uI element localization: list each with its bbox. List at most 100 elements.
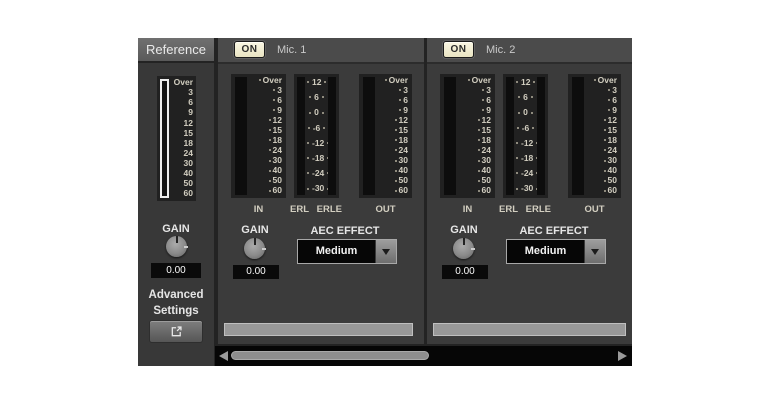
meter-scale-label: 30 (171, 159, 193, 168)
meter-scale-label: -24 (513, 169, 538, 178)
meter-scale-label: Over (458, 76, 491, 85)
meter-scale-label: 40 (585, 166, 617, 175)
mic2-channel-scrollbar[interactable] (433, 323, 626, 336)
meter-scale-label: 24 (376, 146, 408, 155)
meter-scale-label: -6 (304, 124, 329, 133)
meter-scale-label: 60 (585, 186, 617, 195)
mic1-in-meter: Over3691215182430405060 (231, 74, 286, 198)
mic2-aec-effect-select[interactable]: Medium (506, 239, 606, 264)
meter-scale-label: -6 (513, 124, 538, 133)
meter-scale-label: 6 (249, 96, 282, 105)
meter-scale-label: 60 (458, 186, 491, 195)
meter-scale-label: 15 (249, 126, 282, 135)
reference-meter-bar (160, 79, 169, 198)
erl-caption: ERL (499, 204, 518, 215)
meter-scale-label: 12 (458, 116, 491, 125)
meter-scale-label: 3 (171, 88, 193, 97)
mic1-aec-dropdown-button[interactable] (375, 240, 396, 263)
meter-scale-label: 12 (171, 119, 193, 128)
mic2-on-button[interactable]: ON (443, 41, 474, 58)
meter-scale-label: -12 (304, 139, 329, 148)
mic2-out-meter-bar (572, 77, 584, 195)
meter-scale-label: Over (376, 76, 408, 85)
horizontal-scrollbar-thumb[interactable] (231, 351, 429, 360)
meter-scale-label: 9 (458, 106, 491, 115)
meter-scale-label: 15 (376, 126, 408, 135)
meter-scale-label: 24 (458, 146, 491, 155)
advanced-settings-button[interactable] (149, 320, 203, 343)
meter-scale-label: 18 (585, 136, 617, 145)
mic1-gain-value-field[interactable]: 0.00 (233, 265, 279, 279)
meter-scale-label: -18 (513, 154, 538, 163)
mic2-name-label: Mic. 2 (486, 38, 515, 62)
mic1-channel-scrollbar[interactable] (224, 323, 413, 336)
meter-scale-label: 0 (304, 108, 329, 117)
meter-scale-label: 15 (171, 129, 193, 138)
mic1-in-meter-caption: IN (231, 204, 286, 215)
meter-scale-label: 15 (458, 126, 491, 135)
arrow-right-icon[interactable] (618, 351, 627, 361)
mic1-name-label: Mic. 1 (277, 38, 306, 62)
meter-scale-label: 40 (249, 166, 282, 175)
mic2-erl-erle-meter: 1260-6-12-18-24-30 (503, 74, 548, 198)
meter-scale-label: 3 (458, 86, 491, 95)
meter-scale-label: 6 (304, 93, 329, 102)
meter-scale-label: 9 (585, 106, 617, 115)
reference-gain-knob[interactable] (166, 236, 187, 257)
reference-channel-header[interactable]: Reference (138, 38, 214, 61)
meter-scale-label: 50 (458, 176, 491, 185)
meter-scale-label: 6 (376, 96, 408, 105)
meter-scale-label: 3 (585, 86, 617, 95)
mic2-header: ON Mic. 2 (427, 38, 632, 64)
mic2-out-meter-scale: Over3691215182430405060 (585, 76, 617, 195)
meter-scale-label: 24 (171, 149, 193, 158)
meter-scale-label: 60 (171, 189, 193, 198)
meter-scale-label: 12 (376, 116, 408, 125)
mic2-in-meter-bar (444, 77, 456, 195)
mic2-gain-knob[interactable] (453, 238, 474, 259)
meter-scale-label: 50 (585, 176, 617, 185)
mic2-in-meter: Over3691215182430405060 (440, 74, 495, 198)
mic1-gain-knob[interactable] (244, 238, 265, 259)
arrow-left-icon[interactable] (219, 351, 228, 361)
meter-scale-label: 15 (585, 126, 617, 135)
mic2-aec-dropdown-button[interactable] (584, 240, 605, 263)
mic2-in-meter-caption: IN (440, 204, 495, 215)
advanced-settings-label: Advanced Settings (144, 288, 208, 319)
mic1-in-meter-bar (235, 77, 247, 195)
meter-scale-label: 18 (171, 139, 193, 148)
meter-scale-label: 30 (458, 156, 491, 165)
mic2-aec-effect-label: AEC EFFECT (504, 225, 604, 237)
mic1-out-meter-caption: OUT (359, 204, 412, 215)
horizontal-scrollbar-track[interactable] (215, 346, 632, 366)
meter-scale-label: 40 (171, 169, 193, 178)
meter-scale-label: 30 (249, 156, 282, 165)
meter-scale-label: 40 (376, 166, 408, 175)
channel-strip-mic1: ON Mic. 1 Over3691215182430405060 1260-6… (218, 38, 424, 344)
reference-channel-body: Over3691215182430405060 GAIN 0.00 Advanc… (138, 63, 214, 366)
mic1-erle-meter-bar (328, 77, 336, 195)
mic1-aec-effect-select[interactable]: Medium (297, 239, 397, 264)
meter-scale-label: Over (585, 76, 617, 85)
reference-gain-value-field[interactable]: 0.00 (151, 263, 201, 278)
mic1-erl-erle-caption: ERL ERLE (290, 204, 342, 215)
mic1-erl-erle-meter: 1260-6-12-18-24-30 (294, 74, 339, 198)
mic2-out-meter-caption: OUT (568, 204, 621, 215)
chevron-down-icon (382, 249, 390, 255)
meter-scale-label: 60 (249, 186, 282, 195)
mic1-out-meter: Over3691215182430405060 (359, 74, 412, 198)
aec-dsp-panel: Reference Over3691215182430405060 GAIN 0… (138, 38, 632, 366)
reference-gain-label: GAIN (138, 223, 214, 235)
meter-scale-label: 60 (376, 186, 408, 195)
meter-scale-label: -30 (304, 184, 329, 193)
meter-scale-label: 30 (376, 156, 408, 165)
meter-scale-label: 18 (458, 136, 491, 145)
meter-scale-label: -18 (304, 154, 329, 163)
meter-scale-label: 12 (249, 116, 282, 125)
app-background: Reference Over3691215182430405060 GAIN 0… (0, 0, 770, 400)
mic2-gain-value-field[interactable]: 0.00 (442, 265, 488, 279)
meter-scale-label: 24 (585, 146, 617, 155)
erle-caption: ERLE (317, 204, 342, 215)
mic2-aec-effect-value: Medium (507, 240, 584, 263)
mic1-on-button[interactable]: ON (234, 41, 265, 58)
